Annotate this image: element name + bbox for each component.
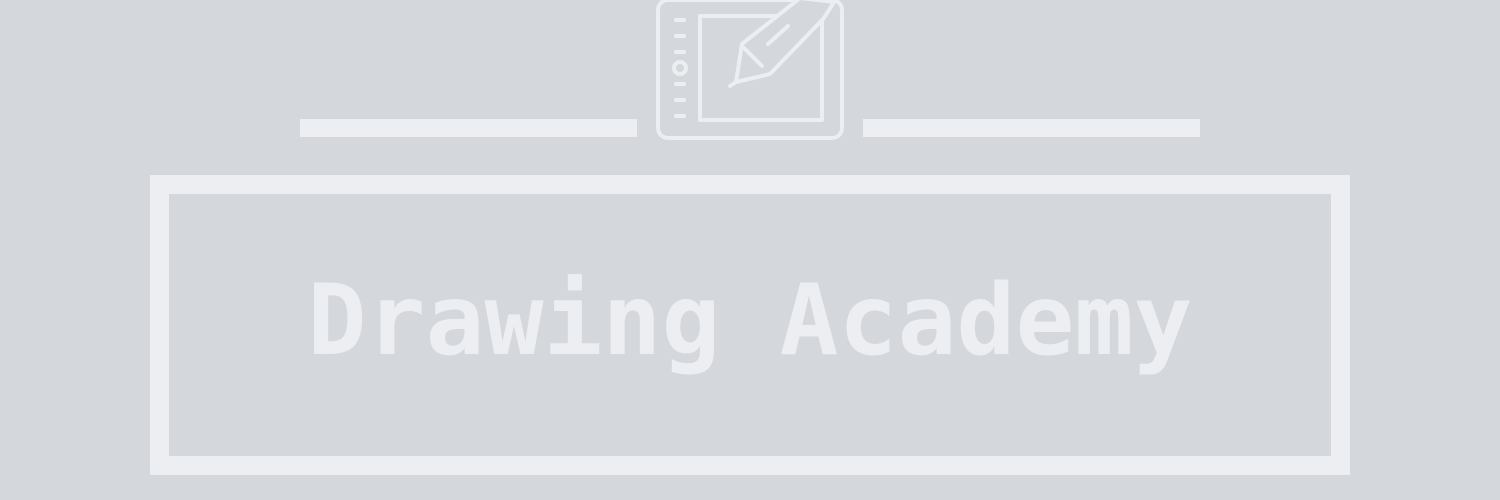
title-frame: Drawing Academy bbox=[150, 175, 1350, 475]
divider-line-right bbox=[863, 119, 1200, 137]
divider-line-left bbox=[300, 119, 637, 137]
brand-name: Drawing Academy bbox=[307, 264, 1193, 378]
drawing-tablet-icon bbox=[656, 0, 844, 140]
